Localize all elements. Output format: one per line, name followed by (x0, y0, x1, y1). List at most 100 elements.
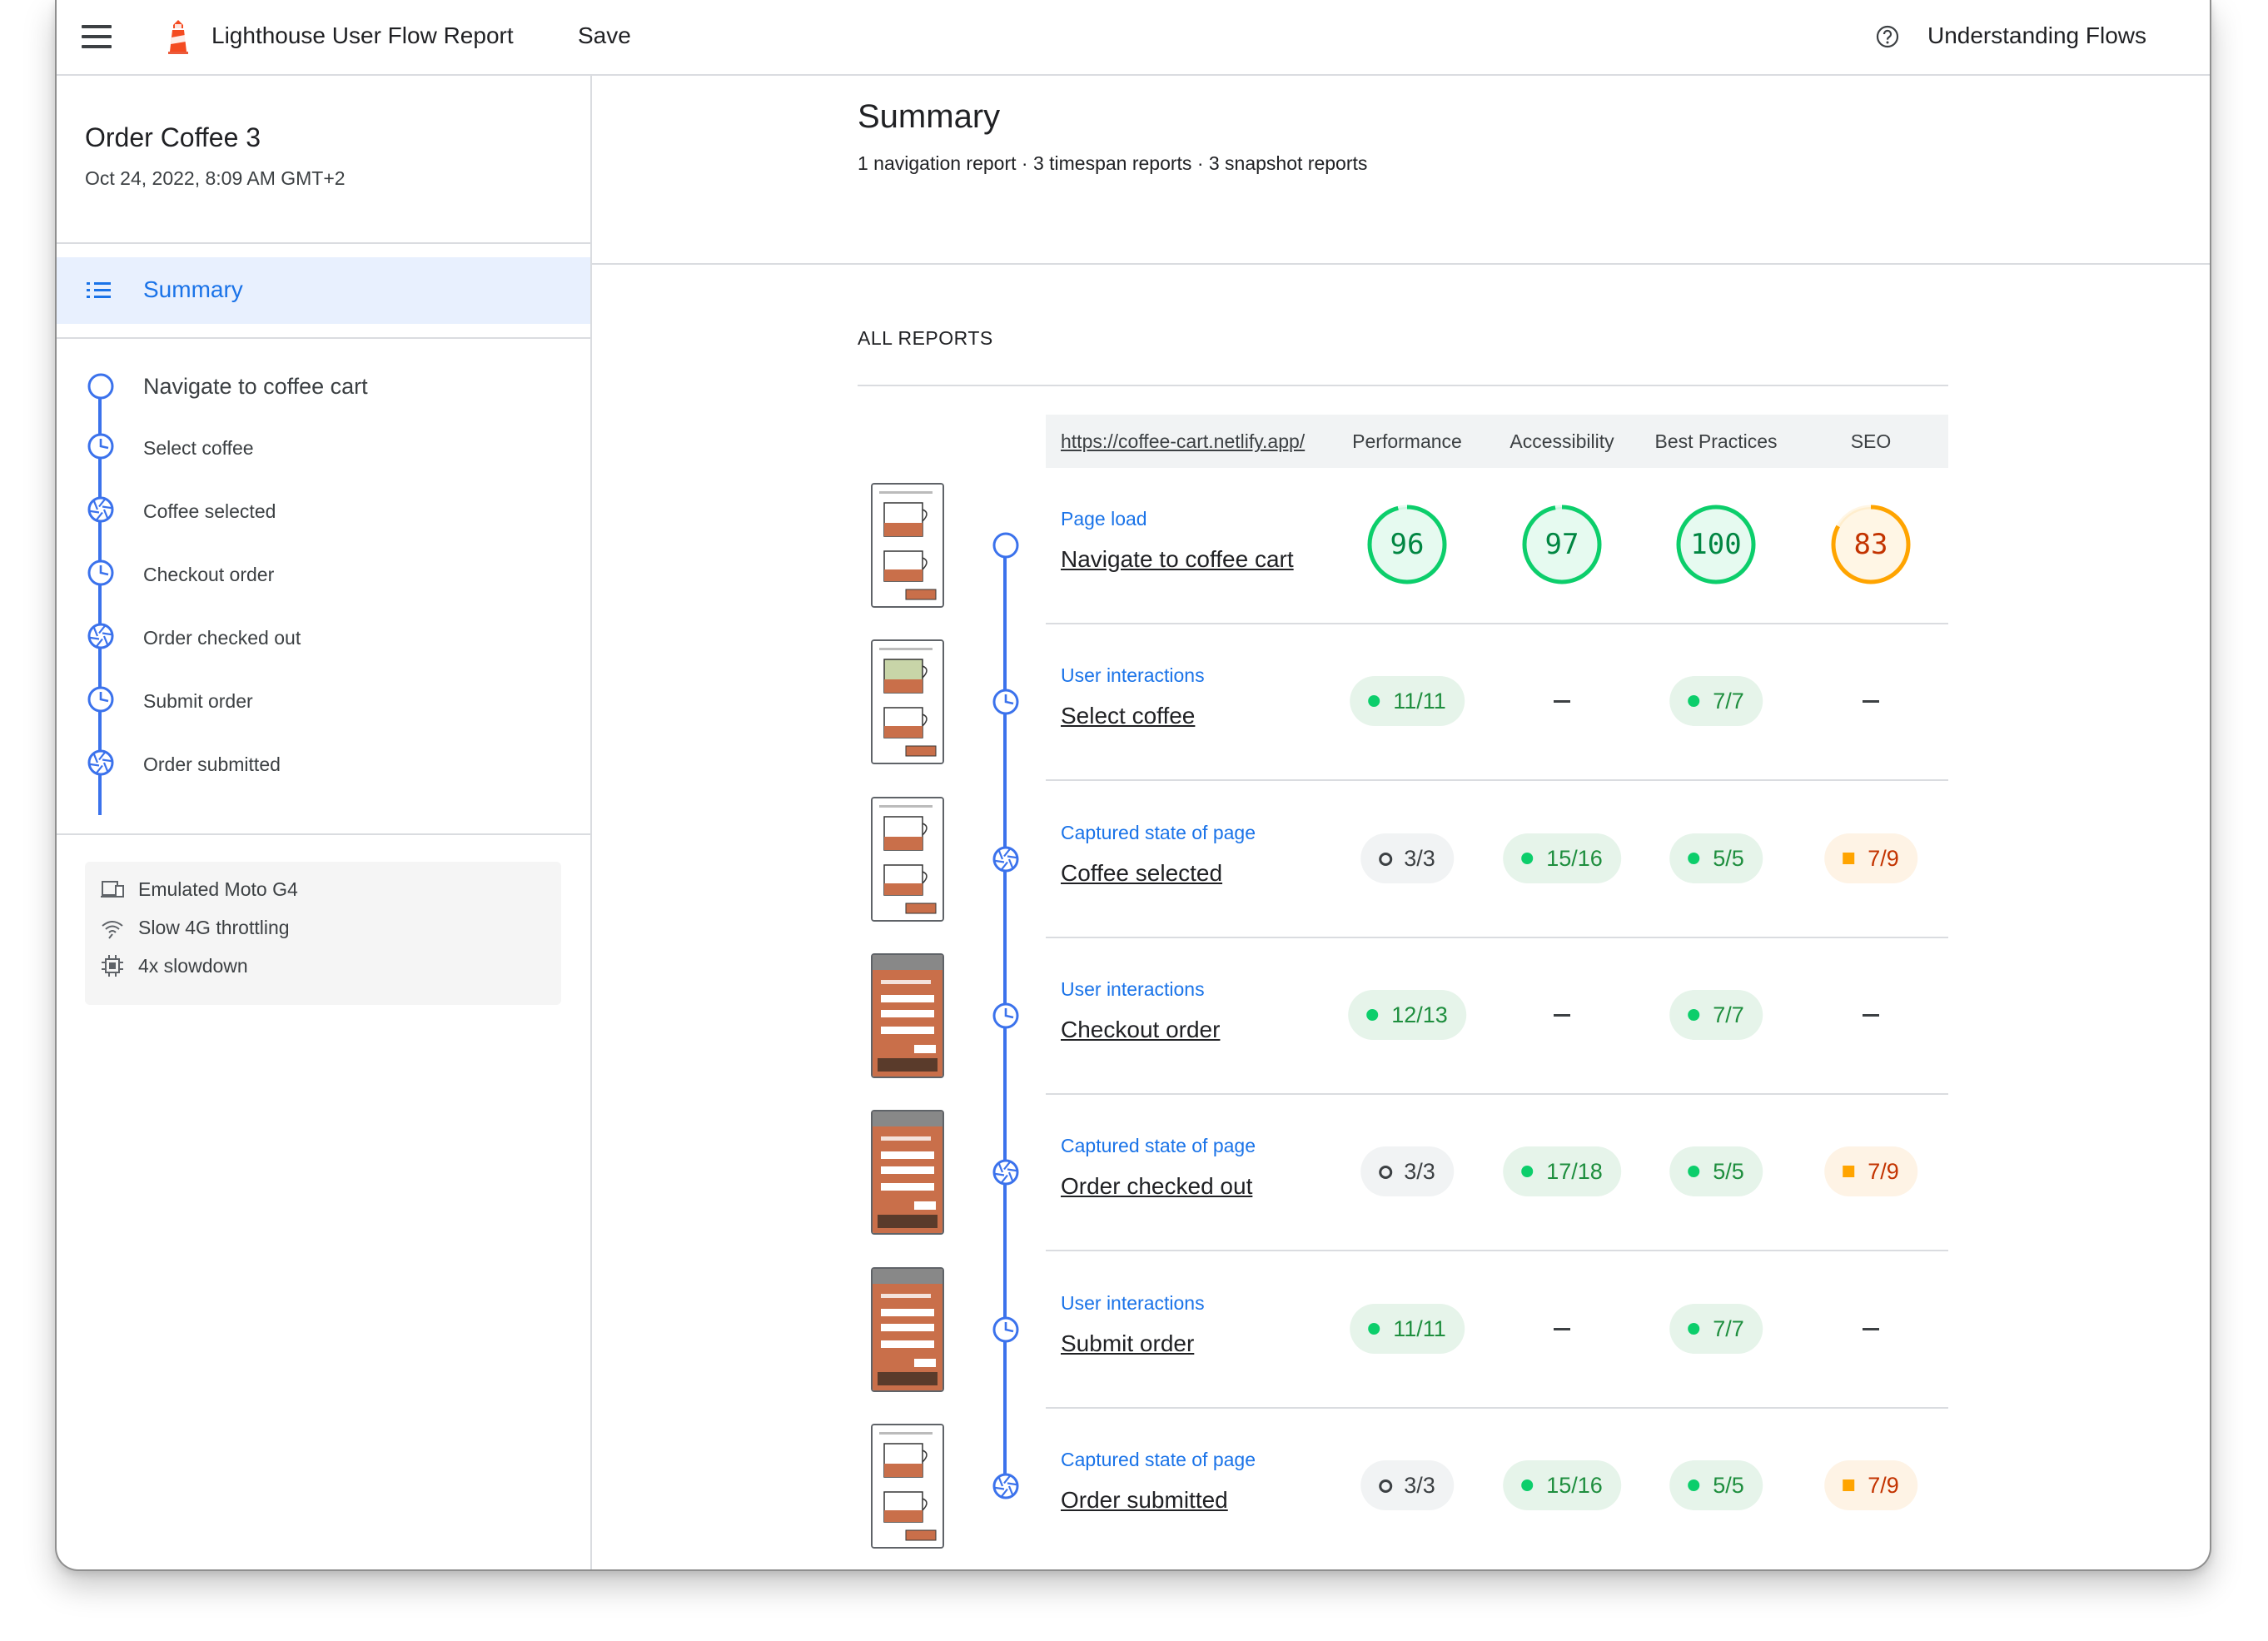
column-header-best-practices: Best Practices (1654, 430, 1778, 452)
report-link[interactable]: Order checked out (1061, 1173, 1252, 1200)
row-divider (1046, 1092, 1948, 1095)
score-pill[interactable]: 7/7 (1669, 676, 1763, 727)
sidebar-divider (57, 242, 590, 244)
score-pill[interactable]: 17/18 (1503, 1146, 1621, 1197)
pass-indicator-icon (1521, 1479, 1534, 1491)
report-link[interactable]: Order submitted (1061, 1487, 1228, 1514)
score-pill[interactable]: 11/11 (1350, 1303, 1465, 1354)
report-type-label: Captured state of page (1061, 1448, 1256, 1470)
timespan-icon (992, 1002, 1020, 1030)
save-button[interactable]: Save (578, 22, 631, 49)
score-pill[interactable]: 15/16 (1503, 1459, 1621, 1510)
score-fraction: 15/16 (1546, 845, 1603, 871)
sidebar-item-label: Coffee selected (143, 500, 276, 522)
screenshot-thumbnail[interactable] (871, 1266, 944, 1392)
row-divider (1046, 623, 1948, 624)
score-pill[interactable]: 7/9 (1824, 833, 1917, 883)
score-pill[interactable]: 7/9 (1824, 1459, 1917, 1510)
report-link[interactable]: Navigate to coffee cart (1061, 546, 1294, 573)
score-pill[interactable]: 3/3 (1360, 1459, 1454, 1510)
score-value: 97 (1544, 528, 1579, 561)
report-type-label: User interactions (1061, 664, 1205, 687)
snapshot-icon (87, 495, 115, 524)
screenshot-thumbnail[interactable] (871, 796, 944, 922)
report-row: Captured state of page Order submitted 3/3… (57, 1423, 2210, 1569)
report-link[interactable]: Coffee selected (1061, 860, 1222, 887)
pass-indicator-icon (1521, 852, 1534, 864)
row-divider (1046, 936, 1948, 938)
sidebar-item-summary[interactable]: Summary (57, 257, 590, 324)
report-type-label: Page load (1061, 508, 1147, 530)
sidebar-item-step[interactable]: Select coffee (57, 420, 590, 472)
score-pill[interactable]: 7/9 (1824, 1146, 1917, 1197)
score-fraction: 7/9 (1868, 1159, 1899, 1185)
pass-indicator-icon (1368, 1322, 1380, 1335)
score-fraction: 11/11 (1393, 689, 1446, 714)
score-fraction: 12/13 (1391, 1002, 1448, 1027)
section-label: ALL REPORTS (858, 327, 993, 349)
understanding-flows-link[interactable]: Understanding Flows (1927, 22, 2146, 49)
score-pill[interactable]: 5/5 (1669, 833, 1763, 883)
score-pill[interactable]: 11/11 (1350, 676, 1465, 727)
sidebar-divider (57, 337, 590, 339)
report-type-label: Captured state of page (1061, 1135, 1256, 1157)
screenshot-thumbnail[interactable] (871, 483, 944, 608)
score-fraction: 5/5 (1713, 1159, 1744, 1185)
help-circle-icon[interactable] (1875, 24, 1900, 49)
report-link[interactable]: Select coffee (1061, 703, 1195, 729)
report-counts: 1 navigation report · 3 timespan reports… (858, 152, 1368, 174)
snapshot-icon (992, 1472, 1020, 1500)
pass-indicator-icon (1688, 852, 1700, 864)
score-pill[interactable]: 5/5 (1669, 1146, 1763, 1197)
score-pill[interactable]: 7/7 (1669, 1303, 1763, 1354)
screenshot-thumbnail[interactable] (871, 1110, 944, 1236)
score-gauge[interactable]: 83 (1829, 503, 1912, 586)
flow-date: Oct 24, 2022, 8:09 AM GMT+2 (85, 167, 346, 189)
screenshot-thumbnail[interactable] (871, 639, 944, 765)
info-indicator-icon (1379, 1479, 1393, 1493)
score-fraction: 7/7 (1713, 1315, 1744, 1341)
report-link[interactable]: Checkout order (1061, 1017, 1220, 1043)
top-bar: Lighthouse User Flow Report Save Underst… (57, 0, 2210, 76)
score-pill[interactable]: 7/7 (1669, 989, 1763, 1040)
score-pill[interactable]: 12/13 (1348, 989, 1466, 1040)
score-pill[interactable]: 3/3 (1360, 833, 1454, 883)
score-fraction: 3/3 (1404, 1472, 1435, 1498)
warn-indicator-icon (1843, 1479, 1855, 1491)
score-fraction: 7/7 (1713, 689, 1744, 714)
column-header-seo: SEO (1850, 430, 1892, 452)
sidebar-item-label: Select coffee (143, 437, 254, 459)
score-fraction: 7/9 (1868, 1472, 1899, 1498)
pass-indicator-icon (1366, 1008, 1379, 1021)
column-header-performance: Performance (1352, 430, 1462, 452)
score-fraction: 3/3 (1404, 845, 1435, 871)
lighthouse-logo-icon (163, 18, 193, 55)
warn-indicator-icon (1843, 1166, 1855, 1178)
section-divider (858, 385, 1948, 386)
no-score-dash (1554, 700, 1570, 704)
warn-indicator-icon (1843, 852, 1855, 864)
score-pill[interactable]: 3/3 (1360, 1146, 1454, 1197)
info-indicator-icon (1379, 852, 1393, 866)
score-value: 96 (1390, 528, 1425, 561)
score-value: 100 (1690, 528, 1742, 561)
score-fraction: 15/16 (1546, 1472, 1603, 1498)
screenshot-thumbnail[interactable] (871, 1423, 944, 1549)
page-title: Summary (858, 98, 1001, 135)
url-link[interactable]: https://coffee-cart.netlify.app/ (1061, 430, 1305, 453)
menu-icon[interactable] (80, 23, 113, 50)
table-header: https://coffee-cart.netlify.app/ Perform… (1046, 415, 1948, 468)
score-gauge[interactable]: 97 (1520, 503, 1604, 586)
pass-indicator-icon (1368, 695, 1380, 708)
score-gauge[interactable]: 100 (1674, 503, 1758, 586)
sidebar-item-step[interactable]: Navigate to coffee cart (57, 361, 590, 412)
pass-indicator-icon (1688, 1166, 1700, 1178)
timespan-icon (992, 688, 1020, 716)
report-link[interactable]: Submit order (1061, 1330, 1194, 1357)
screenshot-thumbnail[interactable] (871, 952, 944, 1078)
score-fraction: 3/3 (1404, 1159, 1435, 1185)
sidebar-item-step[interactable]: Coffee selected (57, 484, 590, 535)
score-pill[interactable]: 15/16 (1503, 833, 1621, 883)
score-gauge[interactable]: 96 (1365, 503, 1449, 586)
score-pill[interactable]: 5/5 (1669, 1459, 1763, 1510)
